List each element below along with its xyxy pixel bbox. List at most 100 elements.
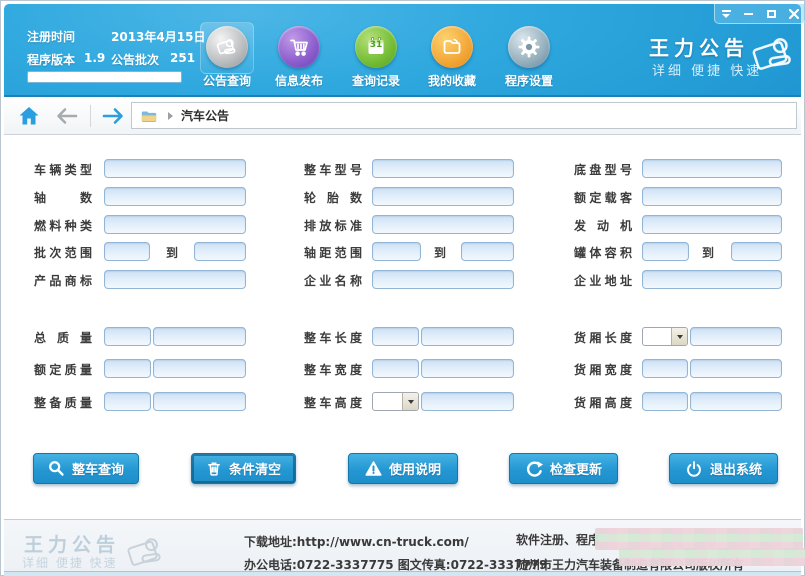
maximize-button[interactable] [760,4,783,23]
registration-time-value: 2013年4月15日 [111,28,205,45]
search-icon [48,460,65,477]
tank-volume-from-input[interactable] [642,242,689,261]
chassis-model-label: 底盘型号 [574,161,632,178]
product-brand-input[interactable] [104,270,246,289]
engine-label: 发动机 [574,217,632,234]
wheelbase-to-input[interactable] [461,242,514,261]
toolbar-item-info-publish[interactable]: 信息发布 [269,26,329,89]
cargo-height-input[interactable] [690,392,782,411]
curb-mass-input[interactable] [153,392,246,411]
calendar-icon: 31 [355,26,397,68]
engine-input[interactable] [642,215,782,234]
folder-icon [431,26,473,68]
app-window: 注册时间 2013年4月15日 程序版本 1.9 公告批次 251 公告查询 [0,0,805,576]
vehicle-height-select[interactable] [372,392,419,411]
vehicle-model-label: 整车型号 [304,161,362,178]
wheelbase-range-label: 轴距范围 [304,244,362,261]
exit-system-button[interactable]: 退出系统 [669,453,778,484]
vehicle-length-unit-input[interactable] [372,327,419,346]
home-button[interactable] [17,104,41,132]
rated-passengers-input[interactable] [642,187,782,206]
tank-volume-label: 罐体容积 [574,244,632,261]
emission-standard-input[interactable] [372,215,514,234]
rated-passengers-label: 额定载客 [574,189,632,206]
forward-button[interactable] [100,105,126,131]
company-name-input[interactable] [372,270,514,289]
rated-mass-unit-input[interactable] [104,359,151,378]
tank-volume-to-input[interactable] [731,242,782,261]
usage-help-button[interactable]: 使用说明 [348,453,458,484]
brand-logo-icon [749,30,799,78]
vehicle-height-input[interactable] [421,392,514,411]
cargo-length-label: 货厢长度 [574,329,632,346]
company-address-input[interactable] [642,270,782,289]
close-button[interactable] [783,4,805,23]
toolbar-item-query-records[interactable]: 31 查询记录 [346,26,406,89]
vehicle-width-unit-input[interactable] [372,359,419,378]
toolbar-item-settings[interactable]: 程序设置 [499,26,559,89]
toolbar-item-announcement-query[interactable]: 公告查询 [197,26,257,89]
announcement-search-icon [206,26,248,68]
total-mass-input[interactable] [153,327,246,346]
vehicle-length-label: 整车长度 [304,329,362,346]
cargo-height-label: 货厢高度 [574,394,632,411]
header: 注册时间 2013年4月15日 程序版本 1.9 公告批次 251 公告查询 [4,4,801,96]
power-icon [685,460,703,478]
update-progress-bar [27,71,182,83]
fuel-type-input[interactable] [104,215,246,234]
redaction-mosaic [595,528,803,550]
axle-count-input[interactable] [104,187,246,206]
total-mass-label: 总质量 [34,329,92,346]
tank-volume-to-label: 到 [698,244,718,261]
cargo-width-unit-input[interactable] [642,359,688,378]
footer-brand: 王力公告 [24,530,120,557]
redaction-mosaic [619,548,805,566]
cargo-width-input[interactable] [690,359,782,378]
window-menu-button[interactable] [715,4,738,23]
cargo-length-select[interactable] [642,327,688,346]
window-controls [714,4,805,24]
tire-count-input[interactable] [372,187,514,206]
registration-time-label: 注册时间 [27,28,75,45]
toolbar-item-favorites[interactable]: 我的收藏 [422,26,482,89]
vehicle-length-input[interactable] [421,327,514,346]
program-version-value: 1.9 [84,51,105,65]
minimize-button[interactable] [738,4,761,23]
vehicle-query-button[interactable]: 整车查询 [33,453,139,484]
download-address-text[interactable]: 下载地址:http://www.cn-truck.com/ [244,533,469,550]
clear-conditions-button[interactable]: 条件清空 [191,453,296,484]
breadcrumb[interactable]: 汽车公告 [131,102,797,129]
wheelbase-to-label: 到 [430,244,450,261]
wheelbase-from-input[interactable] [372,242,421,261]
gear-icon [508,26,550,68]
calendar-day-text: 31 [355,40,397,50]
batch-range-from-input[interactable] [104,242,150,261]
breadcrumb-label: 汽车公告 [181,107,229,124]
footer: 王力公告 详细 便捷 快速 下载地址:http://www.cn-truck.c… [4,519,801,574]
vehicle-width-input[interactable] [421,359,514,378]
navigation-bar: 汽车公告 [4,97,801,135]
vehicle-height-label: 整车高度 [304,394,362,411]
chassis-model-input[interactable] [642,159,782,178]
total-mass-unit-input[interactable] [104,327,151,346]
batch-range-to-input[interactable] [194,242,246,261]
cargo-height-unit-input[interactable] [642,392,688,411]
rated-mass-input[interactable] [153,359,246,378]
footer-bottom-strip [4,571,801,576]
nav-divider [90,105,91,127]
vehicle-model-input[interactable] [372,159,514,178]
brand-title: 王力公告 [649,32,749,61]
footer-tagline: 详细 便捷 快速 [22,554,118,571]
curb-mass-unit-input[interactable] [104,392,151,411]
vehicle-type-input[interactable] [104,159,246,178]
back-button[interactable] [54,105,80,131]
rated-mass-label: 额定质量 [34,361,92,378]
cart-icon [278,26,320,68]
curb-mass-label: 整备质量 [34,394,92,411]
company-name-label: 企业名称 [304,272,362,289]
check-updates-button[interactable]: 检查更新 [509,453,618,484]
refresh-icon [525,460,543,478]
batch-range-to-label: 到 [162,244,182,261]
folder-breadcrumb-icon [140,108,158,124]
cargo-length-input[interactable] [690,327,782,346]
